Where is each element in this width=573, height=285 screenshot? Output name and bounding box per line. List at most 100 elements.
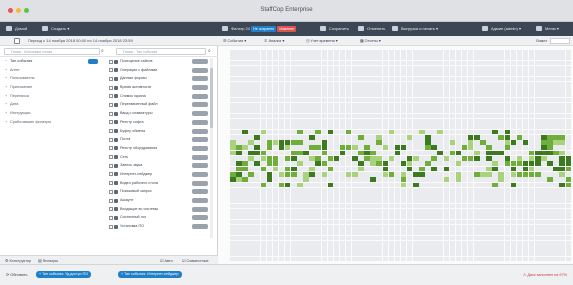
heatmap-cell[interactable]: [480, 134, 486, 140]
heatmap-cell[interactable]: [370, 182, 376, 188]
heatmap-cell[interactable]: [431, 129, 437, 135]
heatmap-cell[interactable]: [406, 92, 413, 98]
heatmap-cell[interactable]: [565, 134, 572, 140]
heatmap-cell[interactable]: [535, 92, 541, 98]
heatmap-cell[interactable]: [400, 97, 407, 103]
heatmap-cell[interactable]: [504, 81, 511, 87]
heatmap-cell[interactable]: [309, 150, 315, 156]
heatmap-cell[interactable]: [528, 156, 535, 161]
heatmap-cell[interactable]: [541, 203, 547, 209]
heatmap-cell[interactable]: [541, 235, 547, 241]
heatmap-cell[interactable]: [272, 182, 279, 188]
heatmap-cell[interactable]: [486, 134, 492, 140]
heatmap-cell[interactable]: [419, 219, 425, 225]
heatmap-cell[interactable]: [376, 113, 382, 119]
heatmap-cell[interactable]: [254, 177, 260, 182]
heatmap-cell[interactable]: [339, 81, 346, 87]
heatmap-cell[interactable]: [419, 118, 425, 124]
heatmap-cell[interactable]: [535, 60, 541, 66]
heatmap-cell[interactable]: [437, 256, 443, 262]
heatmap-cell[interactable]: [236, 118, 242, 124]
heatmap-cell[interactable]: [388, 161, 395, 167]
heatmap-cell[interactable]: [339, 193, 346, 198]
heatmap-cell[interactable]: [486, 129, 492, 135]
heatmap-cell[interactable]: [400, 156, 407, 161]
heatmap-cell[interactable]: [535, 224, 541, 230]
heatmap-cell[interactable]: [528, 161, 535, 167]
heatmap-cell[interactable]: [327, 209, 334, 214]
heatmap-cell[interactable]: [406, 251, 413, 257]
heatmap-cell[interactable]: [455, 203, 462, 209]
heatmap-cell[interactable]: [461, 198, 468, 204]
heatmap-cell[interactable]: [419, 203, 425, 209]
heatmap-cell[interactable]: [492, 150, 498, 156]
heatmap-cell[interactable]: [364, 92, 370, 98]
heatmap-cell[interactable]: [291, 55, 297, 61]
heatmap-cell[interactable]: [370, 92, 376, 98]
heatmap-cell[interactable]: [321, 50, 328, 55]
heatmap-cell[interactable]: [467, 187, 474, 193]
heatmap-cell[interactable]: [425, 103, 431, 108]
heatmap-cell[interactable]: [522, 76, 529, 82]
heatmap-cell[interactable]: [333, 230, 340, 235]
heatmap-cell[interactable]: [486, 246, 492, 251]
heatmap-cell[interactable]: [364, 81, 370, 87]
heatmap-cell[interactable]: [315, 140, 321, 145]
heatmap-cell[interactable]: [352, 103, 358, 108]
heatmap-cell[interactable]: [559, 140, 565, 145]
heatmap-cell[interactable]: [254, 65, 260, 71]
heatmap-cell[interactable]: [242, 171, 248, 177]
heatmap-cell[interactable]: [547, 113, 553, 119]
heatmap-cell[interactable]: [474, 50, 480, 55]
heatmap-cell[interactable]: [406, 224, 413, 230]
heatmap-cell[interactable]: [400, 214, 407, 220]
heatmap-cell[interactable]: [541, 224, 547, 230]
heatmap-cell[interactable]: [467, 235, 474, 241]
heatmap-cell[interactable]: [443, 182, 450, 188]
heatmap-cell[interactable]: [474, 92, 480, 98]
heatmap-cell[interactable]: [236, 134, 242, 140]
heatmap-cell[interactable]: [352, 161, 358, 167]
heatmap-cell[interactable]: [559, 256, 565, 262]
heatmap-cell[interactable]: [278, 118, 285, 124]
checkbox[interactable]: [109, 155, 113, 160]
heatmap-cell[interactable]: [492, 92, 498, 98]
heatmap-cell[interactable]: [266, 161, 273, 167]
heatmap-cell[interactable]: [559, 92, 565, 98]
heatmap-cell[interactable]: [254, 71, 260, 76]
heatmap-cell[interactable]: [382, 92, 389, 98]
heatmap-cell[interactable]: [455, 71, 462, 76]
heatmap-cell[interactable]: [443, 156, 450, 161]
heatmap-cell[interactable]: [553, 219, 559, 225]
heatmap-cell[interactable]: [236, 81, 242, 87]
heatmap-cell[interactable]: [553, 140, 559, 145]
heatmap-cell[interactable]: [364, 118, 370, 124]
heatmap-cell[interactable]: [498, 182, 504, 188]
heatmap-cell[interactable]: [455, 140, 462, 145]
heatmap-cell[interactable]: [547, 256, 553, 262]
heatmap-cell[interactable]: [339, 50, 346, 55]
heatmap-cell[interactable]: [327, 92, 334, 98]
heatmap-cell[interactable]: [565, 124, 572, 129]
heatmap-cell[interactable]: [333, 124, 340, 129]
heatmap-cell[interactable]: [230, 87, 236, 92]
limit-input[interactable]: [550, 38, 570, 44]
heatmap-cell[interactable]: [455, 214, 462, 220]
heatmap-cell[interactable]: [504, 87, 511, 92]
heatmap-cell[interactable]: [333, 161, 340, 167]
heatmap-cell[interactable]: [352, 55, 358, 61]
heatmap-cell[interactable]: [370, 209, 376, 214]
heatmap-cell[interactable]: [260, 156, 267, 161]
heatmap-cell[interactable]: [327, 65, 334, 71]
heatmap-cell[interactable]: [419, 214, 425, 220]
heatmap-cell[interactable]: [467, 177, 474, 182]
heatmap-cell[interactable]: [364, 166, 370, 172]
heatmap-cell[interactable]: [443, 108, 450, 114]
heatmap-cell[interactable]: [516, 145, 523, 151]
heatmap-cell[interactable]: [394, 235, 401, 241]
heatmap-cell[interactable]: [364, 97, 370, 103]
heatmap-cell[interactable]: [345, 171, 352, 177]
heatmap-cell[interactable]: [535, 76, 541, 82]
heatmap-cell[interactable]: [248, 55, 254, 61]
heatmap-cell[interactable]: [547, 182, 553, 188]
